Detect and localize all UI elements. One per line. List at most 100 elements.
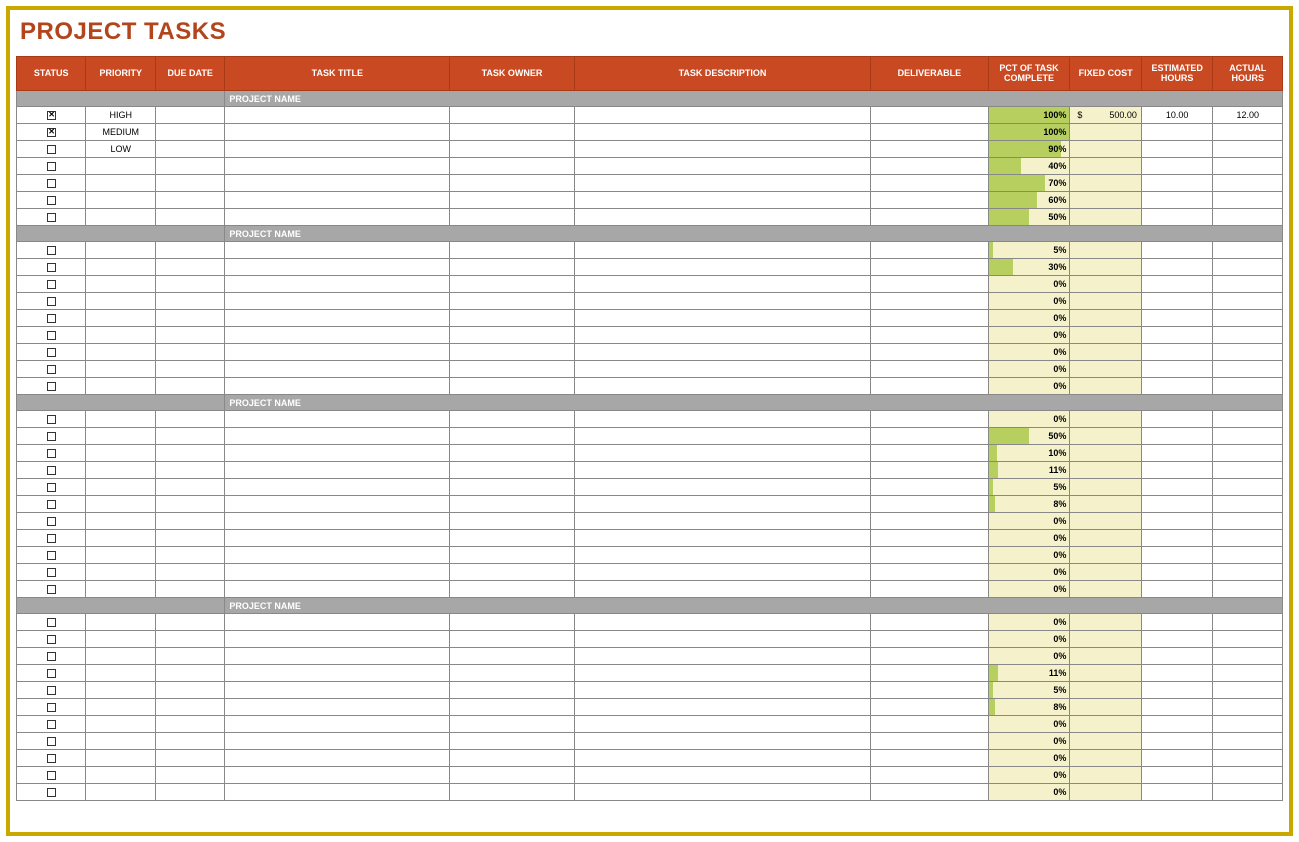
cell-fixed-cost[interactable]	[1070, 428, 1142, 445]
cell-due-date[interactable]	[155, 209, 224, 226]
cell-pct-complete[interactable]: 0%	[988, 614, 1070, 631]
cell-act-hours[interactable]	[1213, 209, 1283, 226]
status-checkbox[interactable]	[47, 365, 56, 374]
cell-task-description[interactable]	[574, 750, 870, 767]
cell-task-title[interactable]	[225, 242, 450, 259]
cell-priority[interactable]	[86, 614, 155, 631]
cell-pct-complete[interactable]: 30%	[988, 259, 1070, 276]
cell-act-hours[interactable]	[1213, 259, 1283, 276]
cell-task-description[interactable]	[574, 209, 870, 226]
cell-task-owner[interactable]	[450, 259, 575, 276]
cell-task-description[interactable]	[574, 107, 870, 124]
cell-task-description[interactable]	[574, 158, 870, 175]
cell-status[interactable]	[17, 124, 86, 141]
status-checkbox[interactable]	[47, 331, 56, 340]
cell-deliverable[interactable]	[871, 631, 989, 648]
cell-priority[interactable]	[86, 344, 155, 361]
cell-priority[interactable]	[86, 259, 155, 276]
cell-act-hours[interactable]	[1213, 158, 1283, 175]
cell-task-title[interactable]	[225, 378, 450, 395]
cell-status[interactable]	[17, 107, 86, 124]
cell-est-hours[interactable]	[1141, 682, 1213, 699]
cell-task-owner[interactable]	[450, 479, 575, 496]
status-checkbox[interactable]	[47, 551, 56, 560]
cell-est-hours[interactable]	[1141, 665, 1213, 682]
cell-fixed-cost[interactable]	[1070, 631, 1142, 648]
cell-act-hours[interactable]	[1213, 581, 1283, 598]
cell-due-date[interactable]	[155, 411, 224, 428]
cell-status[interactable]	[17, 428, 86, 445]
cell-task-description[interactable]	[574, 479, 870, 496]
cell-priority[interactable]	[86, 242, 155, 259]
cell-fixed-cost[interactable]	[1070, 513, 1142, 530]
cell-est-hours[interactable]	[1141, 344, 1213, 361]
cell-act-hours[interactable]	[1213, 378, 1283, 395]
status-checkbox[interactable]	[47, 534, 56, 543]
cell-pct-complete[interactable]: 0%	[988, 361, 1070, 378]
cell-priority[interactable]	[86, 192, 155, 209]
cell-fixed-cost[interactable]	[1070, 445, 1142, 462]
cell-est-hours[interactable]	[1141, 124, 1213, 141]
cell-due-date[interactable]	[155, 750, 224, 767]
cell-task-owner[interactable]	[450, 107, 575, 124]
cell-pct-complete[interactable]: 5%	[988, 682, 1070, 699]
cell-task-owner[interactable]	[450, 547, 575, 564]
cell-task-title[interactable]	[225, 496, 450, 513]
status-checkbox[interactable]	[47, 754, 56, 763]
cell-task-title[interactable]	[225, 124, 450, 141]
cell-act-hours[interactable]	[1213, 462, 1283, 479]
cell-est-hours[interactable]	[1141, 428, 1213, 445]
status-checkbox[interactable]	[47, 517, 56, 526]
cell-task-title[interactable]	[225, 479, 450, 496]
cell-status[interactable]	[17, 175, 86, 192]
cell-due-date[interactable]	[155, 665, 224, 682]
cell-fixed-cost[interactable]	[1070, 209, 1142, 226]
cell-task-title[interactable]	[225, 581, 450, 598]
cell-deliverable[interactable]	[871, 699, 989, 716]
cell-status[interactable]	[17, 530, 86, 547]
cell-task-description[interactable]	[574, 327, 870, 344]
cell-est-hours[interactable]	[1141, 259, 1213, 276]
cell-due-date[interactable]	[155, 716, 224, 733]
cell-task-owner[interactable]	[450, 462, 575, 479]
cell-task-title[interactable]	[225, 158, 450, 175]
cell-act-hours[interactable]	[1213, 411, 1283, 428]
cell-task-owner[interactable]	[450, 361, 575, 378]
col-est-hours[interactable]: ESTIMATED HOURS	[1141, 57, 1213, 91]
cell-due-date[interactable]	[155, 344, 224, 361]
cell-status[interactable]	[17, 479, 86, 496]
cell-due-date[interactable]	[155, 648, 224, 665]
status-checkbox[interactable]	[47, 720, 56, 729]
cell-task-description[interactable]	[574, 682, 870, 699]
cell-due-date[interactable]	[155, 767, 224, 784]
cell-due-date[interactable]	[155, 310, 224, 327]
cell-task-title[interactable]	[225, 716, 450, 733]
status-checkbox[interactable]	[47, 111, 56, 120]
cell-deliverable[interactable]	[871, 547, 989, 564]
cell-status[interactable]	[17, 344, 86, 361]
col-priority[interactable]: PRIORITY	[86, 57, 155, 91]
cell-pct-complete[interactable]: 0%	[988, 784, 1070, 801]
status-checkbox[interactable]	[47, 263, 56, 272]
status-checkbox[interactable]	[47, 737, 56, 746]
cell-task-owner[interactable]	[450, 175, 575, 192]
cell-est-hours[interactable]	[1141, 479, 1213, 496]
cell-priority[interactable]: HIGH	[86, 107, 155, 124]
cell-task-owner[interactable]	[450, 665, 575, 682]
cell-task-description[interactable]	[574, 767, 870, 784]
cell-deliverable[interactable]	[871, 107, 989, 124]
cell-priority[interactable]	[86, 175, 155, 192]
cell-status[interactable]	[17, 631, 86, 648]
cell-task-description[interactable]	[574, 513, 870, 530]
cell-fixed-cost[interactable]	[1070, 682, 1142, 699]
cell-task-title[interactable]	[225, 276, 450, 293]
cell-deliverable[interactable]	[871, 665, 989, 682]
cell-due-date[interactable]	[155, 631, 224, 648]
cell-status[interactable]	[17, 192, 86, 209]
cell-deliverable[interactable]	[871, 581, 989, 598]
cell-status[interactable]	[17, 293, 86, 310]
cell-est-hours[interactable]	[1141, 648, 1213, 665]
cell-status[interactable]	[17, 767, 86, 784]
cell-due-date[interactable]	[155, 733, 224, 750]
cell-pct-complete[interactable]: 50%	[988, 428, 1070, 445]
